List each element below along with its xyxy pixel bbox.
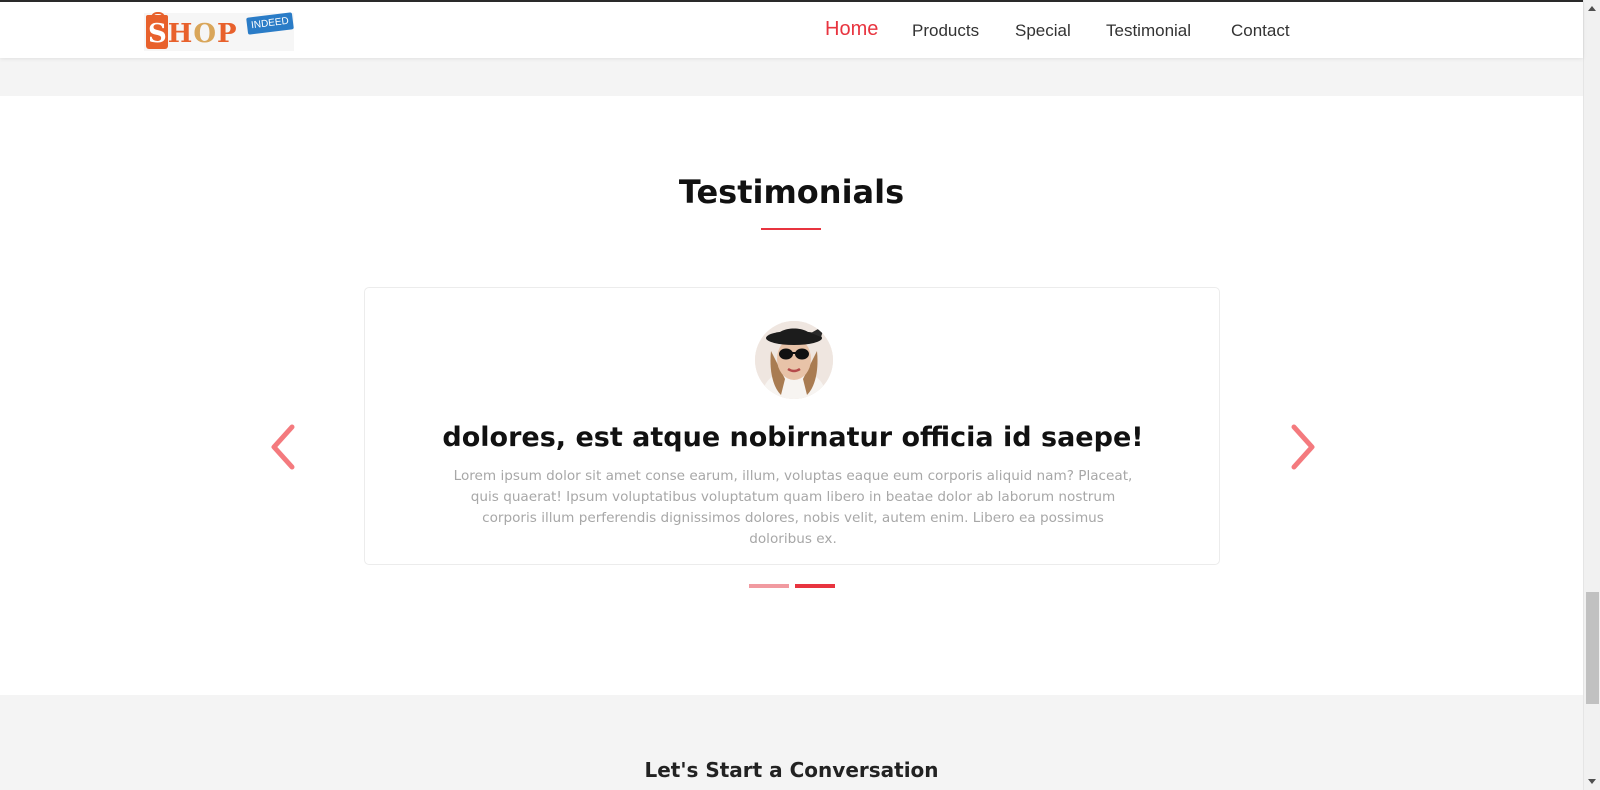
logo-tag: INDEED [246,12,294,35]
nav-testimonial[interactable]: Testimonial [1106,19,1191,43]
avatar-portrait [755,321,833,399]
page-scrollbar[interactable] [1583,0,1600,790]
carousel-next-button[interactable] [1280,422,1320,472]
chevron-left-icon [271,424,295,470]
chevron-right-icon [1291,424,1315,470]
scroll-down-arrow-icon[interactable] [1584,773,1600,790]
contact-section: Let's Start a Conversation [0,695,1583,790]
testimonial-body: Lorem ipsum dolor sit amet conse earum, … [453,468,1133,547]
testimonial-card: dolores, est atque nobirnatur officia id… [364,287,1220,565]
testimonial-headline: dolores, est atque nobirnatur officia id… [442,422,1144,453]
testimonials-section: Testimonials dolores, est atque nobirnat… [0,96,1583,695]
carousel-indicator-1[interactable] [749,584,789,588]
nav-products[interactable]: Products [912,19,979,43]
nav-contact[interactable]: Contact [1231,19,1290,43]
scrollbar-thumb[interactable] [1586,592,1599,704]
carousel-indicator-2-active[interactable] [795,584,835,588]
navbar: SHOP INDEED Home Products Special Testim… [0,2,1583,58]
title-underline [761,228,821,230]
carousel-prev-button[interactable] [266,422,306,472]
logo-wordmark: SHOP [148,19,238,49]
shop-indeed-logo[interactable]: SHOP INDEED [144,12,294,51]
user-avatar [755,321,833,399]
section-title: Testimonials [678,173,905,211]
contact-heading: Let's Start a Conversation [644,758,939,782]
nav-special[interactable]: Special [1015,19,1071,43]
scroll-up-arrow-icon[interactable] [1584,0,1600,17]
nav-home[interactable]: Home [825,17,878,41]
